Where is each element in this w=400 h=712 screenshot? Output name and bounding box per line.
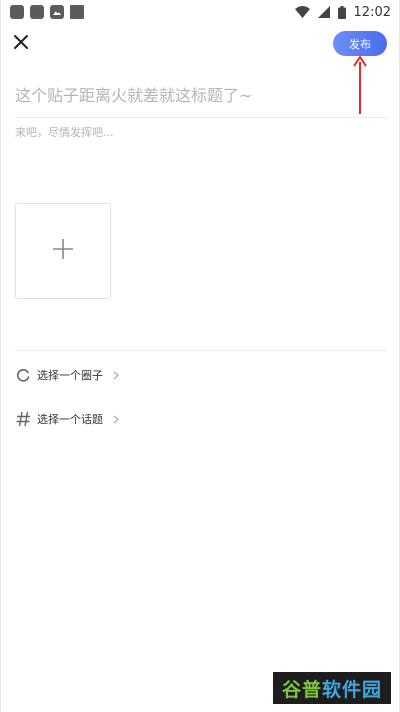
choose-topic-option[interactable]: 选择一个话题 (15, 407, 215, 431)
watermark-part-b: 软件园 (322, 678, 383, 701)
close-button[interactable] (11, 34, 31, 54)
watermark-logo: 谷普 软件园 (273, 672, 391, 704)
options-divider (15, 350, 387, 351)
circle-icon (15, 367, 31, 383)
choose-circle-option[interactable]: 选择一个圈子 (15, 363, 215, 387)
notification-icon (30, 5, 44, 19)
publish-button[interactable]: 发布 (333, 31, 387, 56)
notification-icon (10, 5, 24, 19)
title-divider (15, 117, 387, 118)
add-image-button[interactable] (15, 203, 111, 299)
status-time: 12:02 (353, 4, 391, 20)
status-system: 12:02 (294, 4, 391, 20)
plus-icon (51, 237, 75, 265)
battery-icon (337, 5, 346, 19)
choose-topic-label: 选择一个话题 (37, 413, 103, 426)
image-notification-icon (50, 5, 64, 19)
signal-icon (317, 6, 330, 18)
hash-icon (15, 411, 31, 427)
chevron-right-icon (113, 371, 119, 380)
post-editor-screen: 12:02 发布 选择一个圈子 (0, 0, 400, 712)
chevron-right-icon (113, 415, 119, 424)
close-icon (13, 34, 29, 54)
post-title-input[interactable] (15, 80, 387, 110)
status-notifications (10, 5, 84, 19)
post-content-input[interactable] (15, 124, 387, 184)
watermark-part-a: 谷普 (281, 678, 322, 701)
wifi-icon (294, 6, 310, 18)
choose-circle-label: 选择一个圈子 (37, 369, 103, 382)
notification-icon (70, 5, 84, 19)
status-bar: 12:02 (1, 0, 400, 24)
